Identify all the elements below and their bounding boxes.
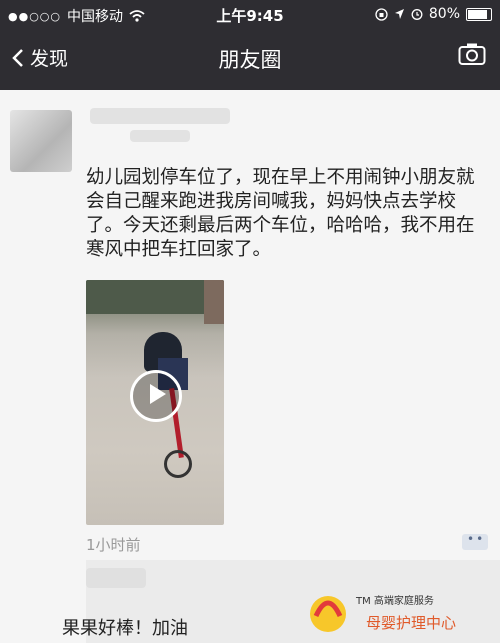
lock-rotation-icon: [375, 7, 388, 21]
svg-text:母婴护理中心: 母婴护理中心: [366, 614, 456, 632]
post-text: 幼儿园划停车位了，现在早上不用闹钟小朋友就会自己醒来跑进我房间喊我，妈妈快点去学…: [86, 167, 475, 260]
blurred-region: [130, 130, 190, 142]
moments-feed: 幼儿园划停车位了，现在早上不用闹钟小朋友就会自己醒来跑进我房间喊我，妈妈快点去学…: [0, 90, 500, 643]
video-thumbnail[interactable]: [86, 280, 224, 525]
svg-text:TM 高端家庭服务: TM 高端家庭服务: [355, 594, 434, 607]
avatar[interactable]: [10, 110, 72, 172]
battery-percent: 80%: [428, 6, 460, 22]
camera-icon[interactable]: [458, 42, 486, 66]
location-icon: [394, 9, 404, 19]
comment-text: 果果好棒！加油: [62, 618, 188, 639]
blurred-commenter: [86, 568, 146, 588]
blurred-username: [90, 108, 230, 124]
play-icon[interactable]: [130, 370, 182, 422]
page-title: 朋友圈: [218, 48, 282, 72]
post-time: 1小时前: [86, 536, 141, 554]
status-bar: ●●○○○ 中国移动 上午9:45 80%: [0, 0, 500, 28]
alarm-icon: [411, 9, 423, 20]
more-actions-button[interactable]: [462, 532, 488, 550]
battery-icon: [466, 7, 492, 21]
nav-bar: 发现 朋友圈: [0, 28, 500, 90]
watermark-logo: TM 高端家庭服务 母婴护理中心: [310, 594, 456, 632]
